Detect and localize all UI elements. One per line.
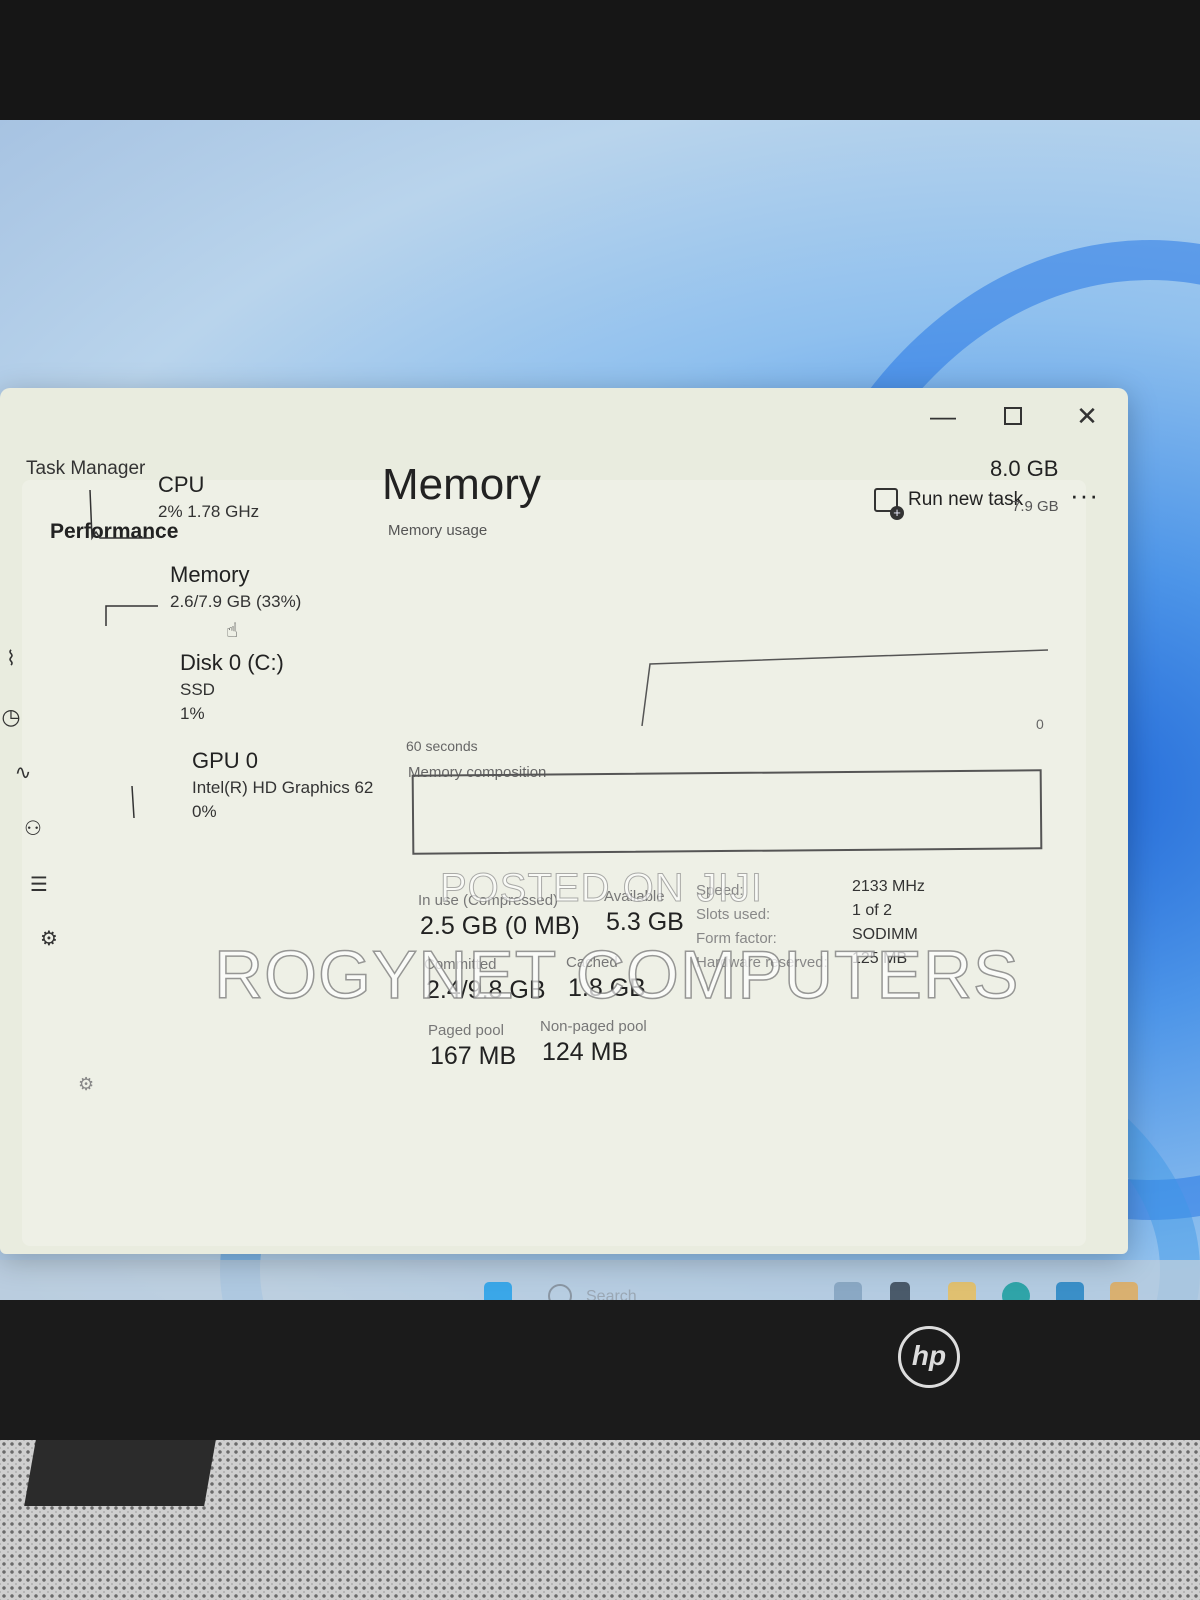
paged-pool-label: Paged pool (428, 1022, 504, 1039)
maximize-icon (1004, 407, 1022, 425)
memory-composition-bar (411, 769, 1043, 855)
settings-icon[interactable]: ⚙ (78, 1074, 94, 1095)
resource-name: Disk 0 (C:) (180, 650, 284, 675)
services-icon[interactable]: ⚙ (38, 928, 60, 950)
run-task-icon (874, 488, 904, 520)
memory-usage-label: Memory usage (388, 522, 488, 539)
resource-cpu[interactable]: CPU 2% 1.78 GHz (158, 472, 259, 522)
close-button[interactable]: ✕ (1064, 396, 1110, 436)
resource-gpu[interactable]: GPU 0 Intel(R) HD Graphics 62 0% (192, 748, 373, 822)
available-value: 5.3 GB (606, 908, 684, 936)
memory-max: 7.9 GB (1012, 498, 1059, 515)
minimize-button[interactable]: — (920, 396, 966, 436)
desktop: Search — ✕ Task Manager Run new task ···… (0, 120, 1200, 1340)
speed-value: 2133 MHz (852, 878, 925, 895)
watermark-line1: POSTED ON JIJI (440, 866, 763, 911)
laptop-hinge (24, 1440, 216, 1506)
laptop-bezel: hp (0, 1300, 1200, 1440)
app-history-icon[interactable]: ◷ (0, 706, 22, 728)
performance-icon[interactable]: ⌇ (0, 648, 22, 670)
memory-total: 8.0 GB (990, 456, 1059, 481)
resource-detail: SSD (180, 680, 215, 699)
resource-name: CPU (158, 472, 205, 497)
run-new-task-label: Run new task (908, 489, 1024, 510)
resource-detail: 0% (192, 802, 217, 821)
nonpaged-pool-label: Non-paged pool (540, 1018, 647, 1035)
startup-icon[interactable]: ∿ (12, 762, 34, 784)
memory-title: Memory (382, 460, 541, 509)
resource-detail: Intel(R) HD Graphics 62 (192, 778, 374, 797)
memory-usage-graph (641, 649, 1049, 726)
paged-pool-value: 167 MB (430, 1042, 517, 1070)
details-icon[interactable]: ☰ (28, 874, 50, 896)
resource-name: Memory (170, 562, 250, 587)
gpu-mini-graph (131, 785, 135, 819)
mouse-cursor-icon: ☝ (226, 620, 239, 642)
resource-name: GPU 0 (192, 748, 259, 773)
run-new-task-button[interactable]: Run new task (874, 480, 1023, 520)
more-options-button[interactable]: ··· (1070, 480, 1099, 511)
resource-detail: 2% 1.78 GHz (158, 502, 260, 521)
resource-disk[interactable]: Disk 0 (C:) SSD 1% (180, 650, 284, 724)
resource-detail: 2.6/7.9 GB (33%) (170, 592, 302, 611)
maximize-button[interactable] (990, 396, 1036, 436)
resource-memory[interactable]: Memory 2.6/7.9 GB (33%) (170, 562, 301, 612)
memory-mini-graph (105, 605, 158, 626)
users-icon[interactable]: ⚇ (22, 818, 44, 840)
hp-logo: hp (898, 1326, 960, 1388)
graph-time-label: 60 seconds (406, 738, 478, 754)
slots-value: 1 of 2 (852, 902, 893, 919)
graph-zero-label: 0 (1036, 716, 1044, 732)
watermark-line2: ROGYNET COMPUTERS (213, 936, 1020, 1014)
window-title: Task Manager (26, 458, 146, 479)
resource-detail: 1% (180, 704, 205, 723)
cpu-mini-graph (89, 490, 152, 541)
nonpaged-pool-value: 124 MB (542, 1038, 629, 1066)
